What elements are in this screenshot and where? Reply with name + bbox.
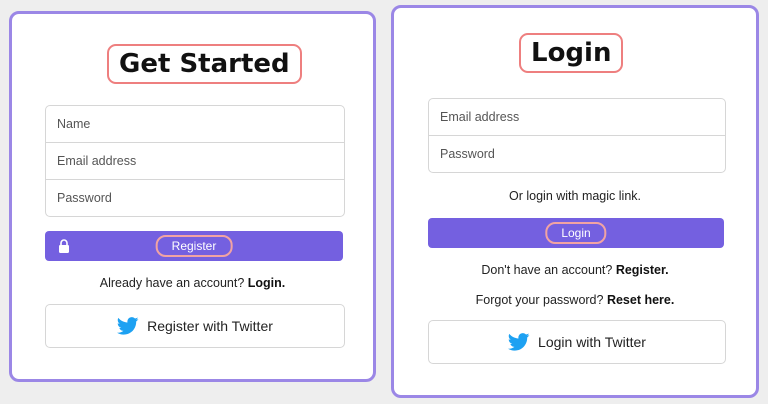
login-email-input[interactable]: Email address — [429, 99, 725, 136]
register-link[interactable]: Register. — [616, 263, 669, 277]
forgot-password-prompt: Forgot your password? Reset here. — [394, 293, 756, 307]
login-prompt-text: Already have an account? — [99, 276, 245, 290]
lock-icon — [59, 239, 69, 253]
login-password-input[interactable]: Password — [429, 136, 725, 172]
login-button-label: Login — [545, 222, 607, 244]
login-link[interactable]: Login. — [248, 276, 286, 290]
login-title: Login — [519, 33, 624, 73]
twitter-icon — [117, 317, 139, 335]
login-with-twitter-button[interactable]: Login with Twitter — [428, 320, 726, 364]
login-button[interactable]: Login — [428, 218, 724, 248]
register-card: Get Started Name Email address Password … — [9, 11, 376, 382]
name-input[interactable]: Name — [46, 106, 344, 143]
register-with-twitter-label: Register with Twitter — [147, 318, 273, 334]
register-field-group: Name Email address Password — [45, 105, 345, 217]
register-button[interactable]: Register — [45, 231, 343, 261]
register-button-label: Register — [155, 235, 233, 257]
login-with-twitter-label: Login with Twitter — [538, 334, 646, 350]
reset-password-link[interactable]: Reset here. — [607, 293, 674, 307]
login-prompt: Already have an account? Login. — [12, 276, 373, 290]
forgot-password-text: Forgot your password? — [475, 293, 604, 307]
magic-link[interactable]: Or login with magic link. — [394, 189, 756, 203]
register-title: Get Started — [107, 44, 302, 84]
register-prompt-text: Don't have an account? — [481, 263, 613, 277]
register-password-input[interactable]: Password — [46, 180, 344, 216]
twitter-icon — [508, 333, 530, 351]
login-card: Login Email address Password Or login wi… — [391, 5, 759, 398]
login-field-group: Email address Password — [428, 98, 726, 173]
register-with-twitter-button[interactable]: Register with Twitter — [45, 304, 345, 348]
register-prompt: Don't have an account? Register. — [394, 263, 756, 277]
register-email-input[interactable]: Email address — [46, 143, 344, 180]
